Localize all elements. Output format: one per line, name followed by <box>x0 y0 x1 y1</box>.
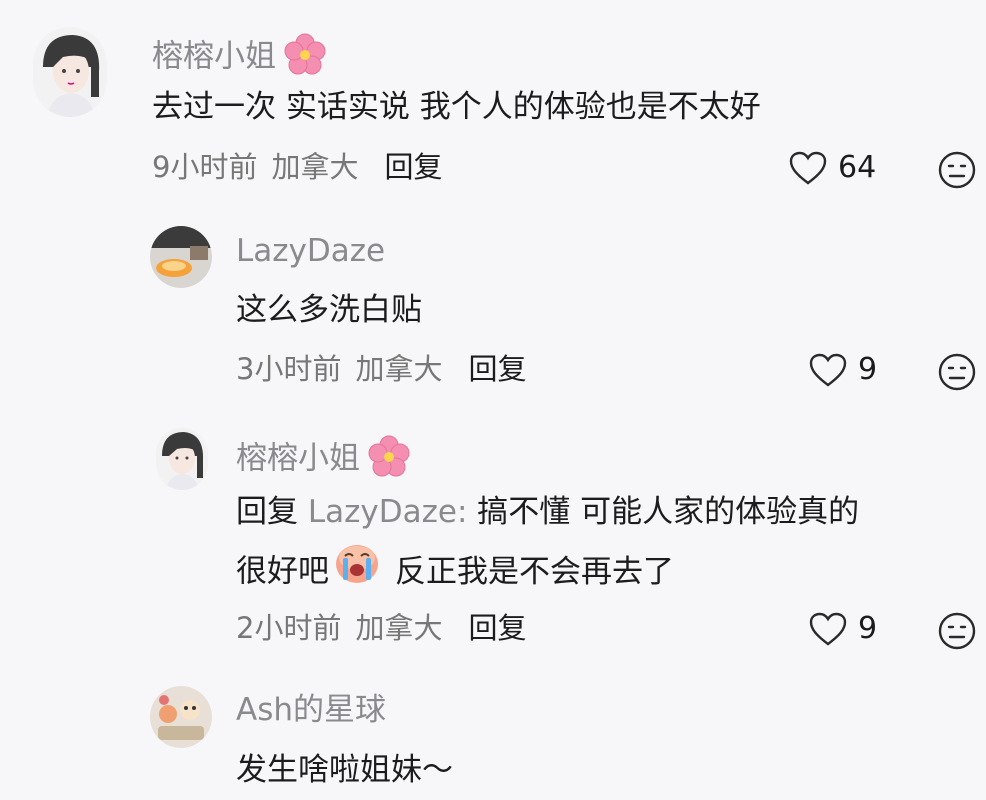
dislike-button[interactable] <box>937 611 977 655</box>
comment-time: 2小时前 <box>236 611 342 645</box>
comment-text-line1: 搞不懂 可能人家的体验真的 <box>477 494 860 530</box>
pink-flower-icon <box>366 434 412 486</box>
username[interactable]: 榕榕小姐 <box>236 434 412 486</box>
heart-outline-icon <box>789 151 827 185</box>
like-count: 64 <box>838 150 877 185</box>
like-button[interactable]: 9 <box>808 352 877 388</box>
neutral-face-icon <box>938 612 976 650</box>
reply-button[interactable]: 回复 <box>468 611 526 645</box>
comment-meta: 9小时前 加拿大 回复 <box>152 153 442 182</box>
like-count: 9 <box>858 611 878 646</box>
heart-outline-icon <box>809 612 847 646</box>
username[interactable]: Ash的星球 <box>236 695 386 726</box>
avatar[interactable] <box>33 27 107 117</box>
heart-outline-icon <box>809 353 847 387</box>
comment-text: 发生啥啦姐妹～ <box>236 752 453 788</box>
like-button[interactable]: 64 <box>788 150 876 186</box>
like-count: 9 <box>858 352 878 387</box>
like-button[interactable]: 9 <box>808 611 877 647</box>
comment-location: 加拿大 <box>355 611 443 645</box>
reply-mention[interactable]: LazyDaze: <box>308 494 468 530</box>
comment-text-line2b: 反正我是不会再去了 <box>395 553 674 590</box>
reply-button[interactable]: 回复 <box>468 352 526 386</box>
comment-location: 加拿大 <box>355 352 443 386</box>
dislike-button[interactable] <box>937 352 977 396</box>
avatar[interactable] <box>156 428 208 490</box>
comment-meta: 2小时前 加拿大 回复 <box>236 614 526 643</box>
neutral-face-icon <box>938 353 976 391</box>
reply-prefix: 回复 <box>236 494 298 530</box>
avatar[interactable] <box>150 686 212 748</box>
comment-meta: 3小时前 加拿大 回复 <box>236 355 526 384</box>
comment-time: 9小时前 <box>152 150 258 184</box>
comment-text: 很好吧 反正我是不会再去了 <box>236 540 674 606</box>
comment-text: 这么多洗白贴 <box>236 292 422 328</box>
dislike-button[interactable] <box>937 150 977 194</box>
neutral-face-icon <box>938 151 976 189</box>
comment-text: 去过一次 实话实说 我个人的体验也是不太好 <box>152 89 761 125</box>
comment-text-line2a: 很好吧 <box>236 553 329 590</box>
comment-text: 回复 LazyDaze: 搞不懂 可能人家的体验真的 <box>236 482 859 542</box>
crying-face-emoji <box>333 540 381 606</box>
avatar[interactable] <box>150 226 212 288</box>
username[interactable]: LazyDaze <box>236 236 385 267</box>
comment-location: 加拿大 <box>271 150 359 184</box>
reply-button[interactable]: 回复 <box>384 150 442 184</box>
comment-time: 3小时前 <box>236 352 342 386</box>
